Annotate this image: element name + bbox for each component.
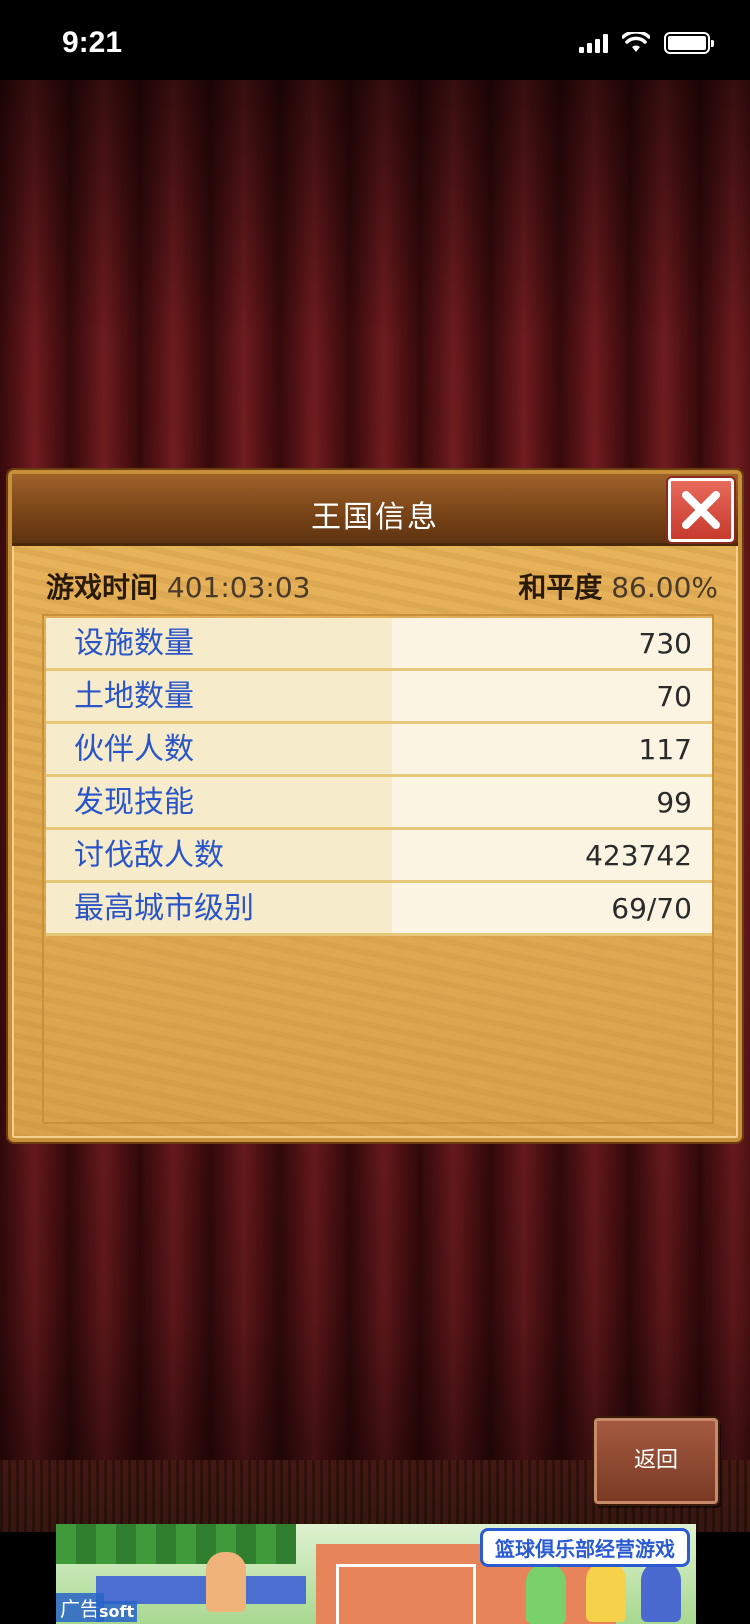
status-bar: 9:21 (0, 0, 750, 80)
stat-value: 99 (392, 777, 712, 827)
ad-brand: soft (96, 1601, 138, 1622)
close-button[interactable] (668, 478, 734, 542)
stat-value: 70 (392, 671, 712, 721)
stat-value: 117 (392, 724, 712, 774)
dialog-header: 王国信息 (12, 474, 738, 546)
stat-row: 土地数量 70 (46, 671, 712, 724)
ad-hedge-art (56, 1524, 296, 1564)
stat-name: 讨伐敌人数 (46, 830, 392, 880)
stat-value: 69/70 (392, 883, 712, 933)
stat-value: 730 (392, 618, 712, 668)
stats-panel: 设施数量 730 土地数量 70 伙伴人数 117 发现技能 99 讨伐敌人数 … (42, 614, 714, 1124)
stat-name: 伙伴人数 (46, 724, 392, 774)
stat-row: 设施数量 730 (46, 618, 712, 671)
cellular-signal-icon (579, 33, 608, 53)
peace-level: 和平度 86.00% (518, 566, 718, 606)
game-time: 游戏时间 401:03:03 (46, 566, 311, 606)
ad-character-art (206, 1552, 246, 1612)
ad-bench-art (96, 1576, 306, 1604)
status-time: 9:21 (62, 26, 123, 59)
stat-row: 讨伐敌人数 423742 (46, 830, 712, 883)
stat-value: 423742 (392, 830, 712, 880)
peace-label: 和平度 (518, 571, 603, 604)
kingdom-info-dialog: 王国信息 游戏时间 401:03:03 和平度 86.00% 设施数量 730 … (8, 470, 742, 1142)
stat-row: 伙伴人数 117 (46, 724, 712, 777)
info-row: 游戏时间 401:03:03 和平度 86.00% (46, 566, 718, 606)
ad-headline: 篮球俱乐部经营游戏 (480, 1528, 690, 1567)
ad-character-art (641, 1562, 681, 1622)
wifi-icon (622, 32, 650, 52)
game-time-value: 401:03:03 (166, 571, 311, 604)
close-icon (682, 491, 720, 529)
stat-name: 设施数量 (46, 618, 392, 668)
stat-row: 最高城市级别 69/70 (46, 883, 712, 936)
back-button[interactable]: 返回 (594, 1418, 718, 1504)
stat-row: 发现技能 99 (46, 777, 712, 830)
ad-banner[interactable]: 篮球俱乐部经营游戏 广告 soft (56, 1524, 696, 1624)
peace-value: 86.00% (611, 571, 718, 604)
ad-character-art (526, 1564, 566, 1624)
stat-name: 土地数量 (46, 671, 392, 721)
stat-name: 最高城市级别 (46, 883, 392, 933)
status-icons (579, 32, 714, 54)
dialog-title: 王国信息 (311, 500, 439, 535)
ad-court-line (336, 1564, 476, 1624)
game-time-label: 游戏时间 (46, 571, 159, 604)
battery-icon (664, 32, 714, 54)
stats-table: 设施数量 730 土地数量 70 伙伴人数 117 发现技能 99 讨伐敌人数 … (46, 618, 712, 936)
ad-character-art (586, 1562, 626, 1622)
stat-name: 发现技能 (46, 777, 392, 827)
